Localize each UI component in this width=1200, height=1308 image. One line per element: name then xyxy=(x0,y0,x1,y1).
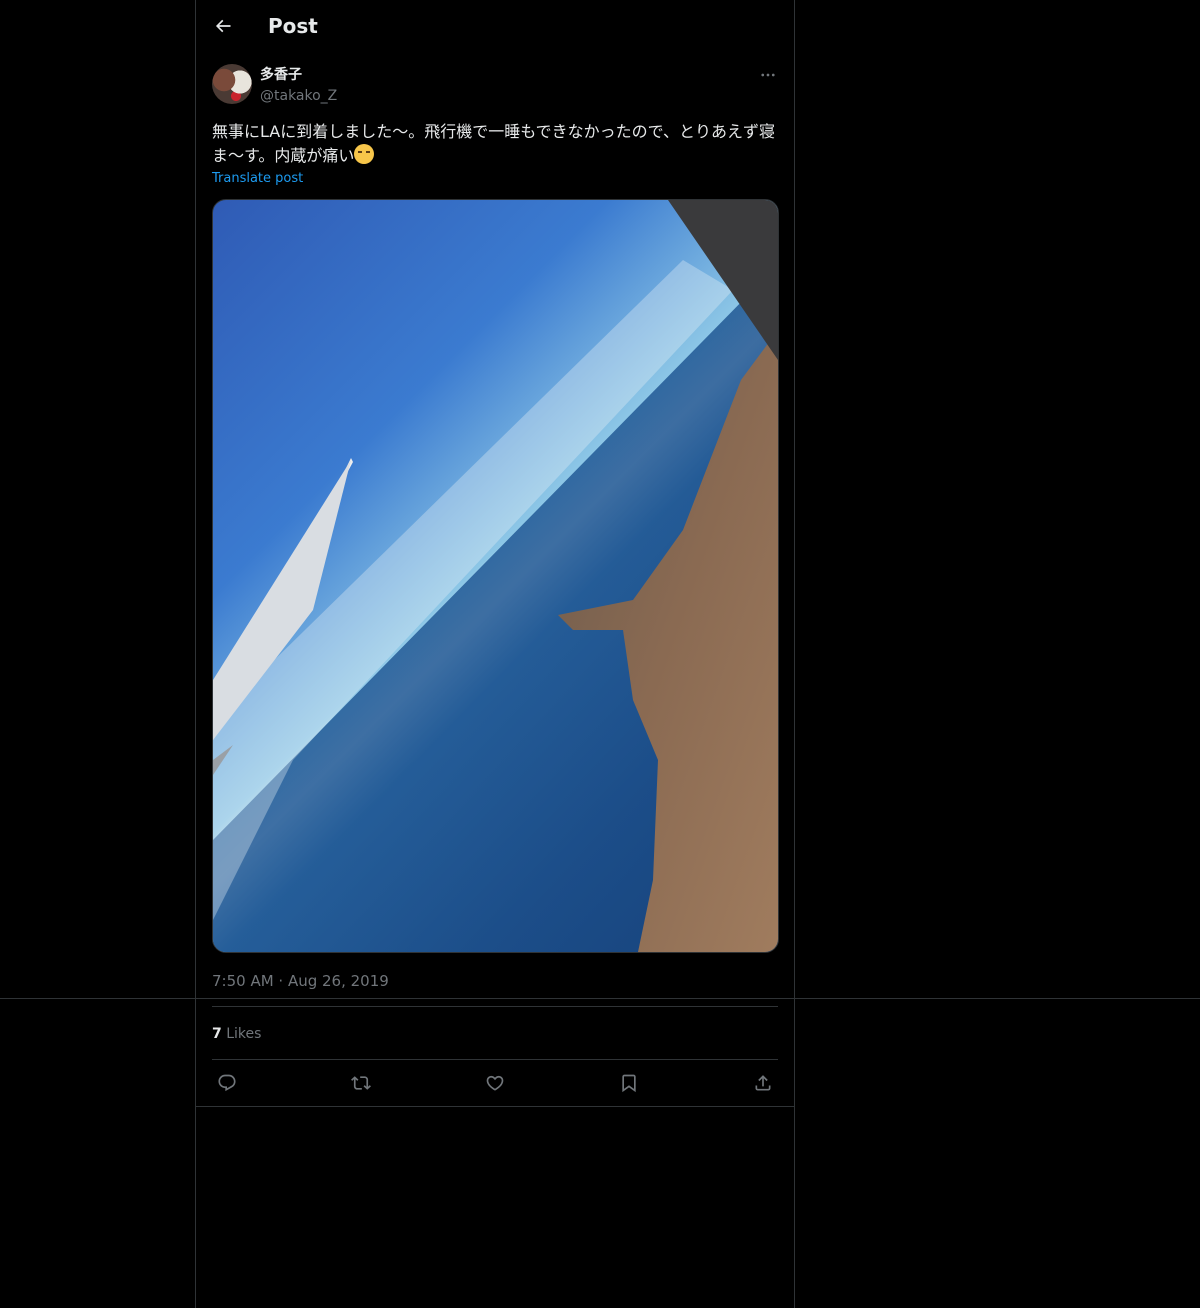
post-image[interactable] xyxy=(212,199,779,953)
back-button[interactable] xyxy=(208,11,238,41)
bookmark-button[interactable] xyxy=(614,1068,644,1098)
likes-label: Likes xyxy=(226,1026,262,1042)
author-handle[interactable]: @takako_Z xyxy=(260,86,337,106)
translate-post-link[interactable]: Translate post xyxy=(212,170,303,188)
more-options-button[interactable] xyxy=(756,64,780,86)
divider xyxy=(212,1006,778,1007)
heart-icon xyxy=(486,1075,504,1091)
repost-icon xyxy=(351,1076,371,1090)
likes-count: 7 xyxy=(212,1026,222,1042)
header: Post xyxy=(196,0,794,54)
likes-row[interactable]: 7 Likes xyxy=(212,1024,261,1044)
action-bar xyxy=(212,1064,778,1102)
post-text: 無事にLAに到着しました〜。飛行機で一睡もできなかったので、とりあえず寝ま〜す。… xyxy=(212,120,780,168)
reply-button[interactable] xyxy=(212,1068,242,1098)
aerial-photo xyxy=(213,200,778,952)
more-horizontal-icon xyxy=(761,73,775,77)
arrow-left-icon xyxy=(215,19,231,33)
repost-button[interactable] xyxy=(346,1068,376,1098)
bookmark-icon xyxy=(622,1074,636,1093)
post-text-content: 無事にLAに到着しました〜。飛行機で一睡もできなかったので、とりあえず寝ま〜す。… xyxy=(212,122,775,165)
author-display-name[interactable]: 多香子 xyxy=(260,65,302,85)
divider xyxy=(196,1106,794,1107)
post-column: Post 多香子 @takako_Z 無事にLAに到着しました〜。飛行機で一睡も… xyxy=(195,0,795,1308)
share-button[interactable] xyxy=(748,1068,778,1098)
avatar[interactable] xyxy=(212,64,252,104)
reply-icon xyxy=(218,1074,236,1092)
share-icon xyxy=(755,1075,771,1091)
post-timestamp[interactable]: 7:50 AM · Aug 26, 2019 xyxy=(212,971,389,991)
page-title: Post xyxy=(268,14,318,38)
like-button[interactable] xyxy=(480,1068,510,1098)
loudly-crying-face-icon xyxy=(354,144,375,164)
divider xyxy=(212,1059,778,1060)
